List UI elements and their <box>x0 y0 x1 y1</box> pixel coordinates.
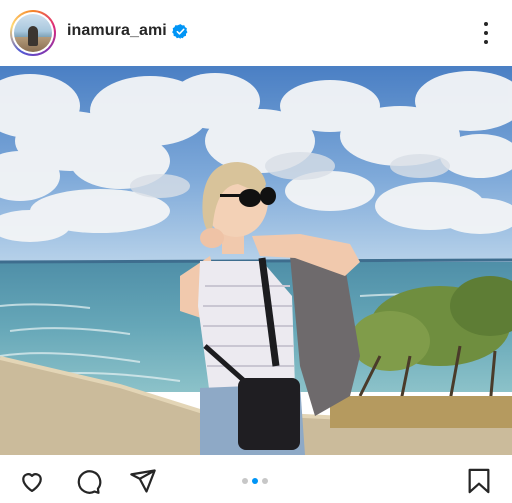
heart-icon <box>22 473 42 493</box>
action-bar <box>0 455 512 503</box>
photo-canvas <box>0 66 512 455</box>
carousel-dot-active <box>252 478 258 484</box>
comment-icon <box>77 470 102 494</box>
verified-badge-icon <box>171 23 188 39</box>
avatar[interactable] <box>10 10 56 56</box>
more-options-icon[interactable] <box>480 20 492 46</box>
comment-button[interactable] <box>73 466 103 496</box>
username-row: inamura_ami <box>67 22 189 40</box>
carousel-dot <box>242 478 248 484</box>
carousel-dot <box>262 478 268 484</box>
username-link[interactable]: inamura_ami <box>67 22 167 40</box>
carousel-indicator <box>242 478 268 484</box>
avatar-image <box>14 14 52 52</box>
bookmark-icon <box>468 468 490 494</box>
share-button[interactable] <box>128 466 158 496</box>
save-button[interactable] <box>464 466 494 496</box>
share-icon <box>130 469 156 493</box>
post-photo[interactable] <box>0 66 512 455</box>
post-header: inamura_ami <box>0 0 512 66</box>
like-button[interactable] <box>17 466 47 496</box>
